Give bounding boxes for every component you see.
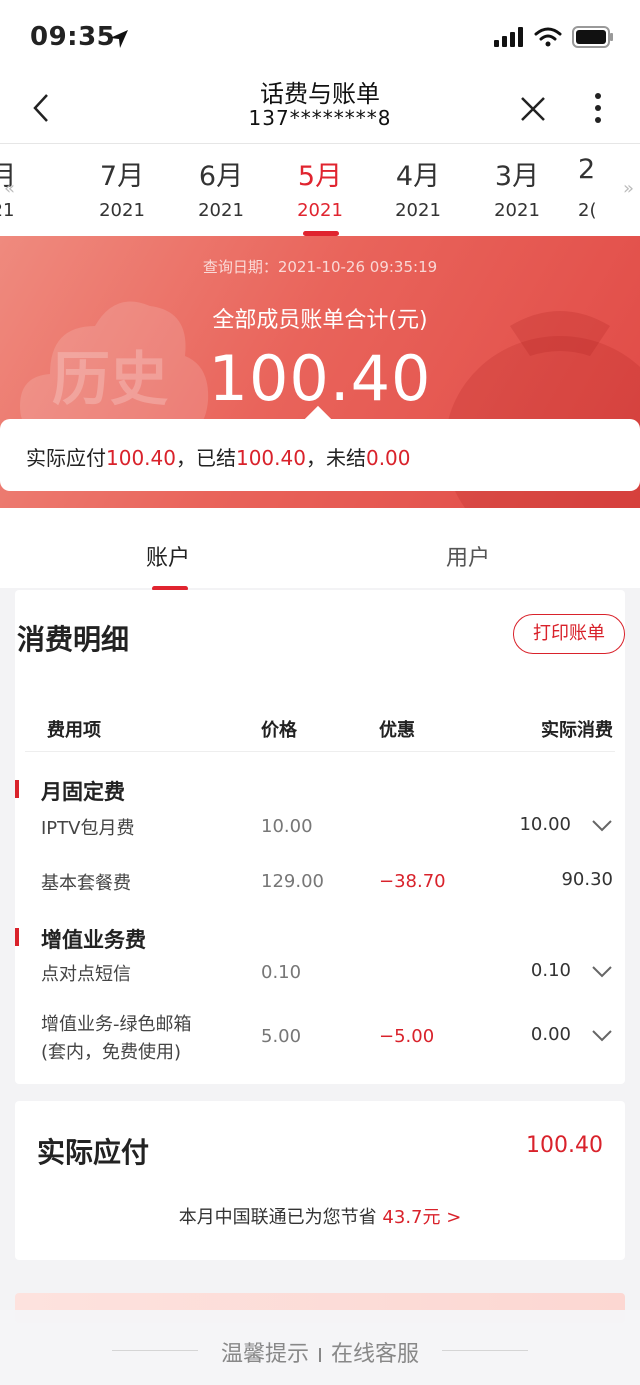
month-tab-7[interactable]: 7月 2021 (77, 154, 167, 221)
expand-chevron-icon[interactable] (591, 819, 613, 833)
row-discount: −38.70 (379, 871, 446, 892)
column-header-actual: 实际消费 (541, 720, 613, 741)
bill-total-caption: 全部成员账单合计(元) (212, 308, 428, 333)
scroll-left-icon[interactable]: « (4, 178, 15, 199)
row-name: IPTV包月费 (41, 818, 135, 839)
month-label: 5月 (297, 161, 343, 192)
bill-total-amount: 100.40 (208, 342, 432, 415)
column-header-price: 价格 (261, 720, 297, 741)
month-label: 4月 (395, 161, 441, 192)
battery-icon (572, 26, 613, 48)
footer-bar: 温馨提示 在线客服 (0, 1310, 640, 1385)
payment-summary: 实际应付100.40，已结100.40，未结0.00 (0, 419, 640, 491)
close-button[interactable] (518, 94, 548, 124)
footer-links: 温馨提示 在线客服 (0, 1336, 640, 1368)
cellular-signal-icon (494, 27, 523, 47)
close-icon (521, 97, 545, 121)
wifi-icon (534, 27, 562, 47)
detail-title: 消费明细 (17, 623, 130, 656)
row-price: 10.00 (261, 816, 313, 837)
column-header-discount: 优惠 (379, 720, 415, 741)
month-tab-3[interactable]: 3月 2021 (472, 154, 562, 221)
savings-amount: 43.7元 > (382, 1207, 462, 1228)
month-tab-4[interactable]: 4月 2021 (373, 154, 463, 221)
actual-payment-amount: 100.40 (526, 1133, 603, 1158)
month-label: 6月 (198, 161, 244, 192)
actual-payment-card: 实际应付 100.40 本月中国联通已为您节省 43.7元 > (15, 1101, 625, 1260)
online-service-link[interactable]: 在线客服 (331, 1342, 419, 1367)
more-vertical-icon (595, 93, 601, 123)
group-label: 月固定费 (41, 780, 125, 804)
savings-link[interactable]: 本月中国联通已为您节省 43.7元 > (15, 1203, 625, 1229)
print-bill-button[interactable]: 打印账单 (513, 614, 625, 654)
column-header-item: 费用项 (47, 720, 101, 741)
row-discount: −5.00 (379, 1026, 435, 1047)
consumption-detail-card: 消费明细 打印账单 费用项 价格 优惠 实际消费 月固定费 IPTV包月费 10… (15, 590, 625, 1084)
more-button[interactable] (586, 90, 610, 126)
row-name: 点对点短信 (41, 964, 131, 985)
row-actual: 0.00 (530, 1024, 571, 1045)
header-divider (25, 751, 615, 752)
year-label: 2021 (494, 200, 540, 221)
year-label: 2021 (99, 200, 145, 221)
year-label: 21 (0, 200, 15, 221)
group-label: 增值业务费 (41, 928, 146, 952)
row-name: 基本套餐费 (41, 873, 131, 894)
expand-chevron-icon[interactable] (591, 1029, 613, 1043)
query-date: 查询日期：2021-10-26 09:35:19 (202, 258, 438, 276)
month-tab-5[interactable]: 5月 2021 (275, 154, 365, 221)
view-tabs: 账户 用户 (0, 508, 640, 591)
row-price: 0.10 (261, 962, 302, 983)
nav-bar: 话费与账单 137********8 (0, 72, 640, 144)
status-time: 09:35 (30, 22, 116, 52)
month-label: 7月 (99, 161, 145, 192)
tab-account[interactable]: 账户 (146, 540, 190, 572)
month-label: 3月 (494, 161, 540, 192)
summary-label-due: 实际应付 (26, 446, 106, 470)
location-arrow-icon (110, 30, 128, 48)
year-label: 2021 (297, 200, 343, 221)
summary-label-unsettled: ，未结 (305, 446, 366, 470)
scroll-right-icon[interactable]: » (623, 178, 634, 199)
row-name-note: (套内，免费使用) (41, 1042, 182, 1063)
row-name: 增值业务-绿色邮箱 (41, 1014, 192, 1035)
summary-label-settled: ，已结 (175, 446, 236, 470)
year-label: 2021 (198, 200, 244, 221)
year-label: 2( (578, 200, 597, 221)
row-price: 129.00 (261, 871, 324, 892)
savings-text: 本月中国联通已为您节省 (178, 1207, 377, 1228)
month-selector: 月 21 7月 2021 6月 2021 5月 2021 4月 2021 3月 … (0, 144, 640, 236)
year-label: 2021 (395, 200, 441, 221)
group-monthly-fixed: 月固定费 (15, 776, 125, 806)
row-actual: 10.00 (519, 814, 571, 835)
row-price: 5.00 (261, 1026, 302, 1047)
footer-separator (319, 1348, 321, 1362)
summary-value-due: 100.40 (106, 446, 176, 470)
tips-link[interactable]: 温馨提示 (221, 1342, 309, 1367)
row-actual: 90.30 (561, 869, 613, 890)
month-tab-6[interactable]: 6月 2021 (176, 154, 266, 221)
actual-payment-title: 实际应付 (37, 1136, 150, 1169)
tab-user[interactable]: 用户 (446, 540, 490, 572)
summary-value-settled: 100.40 (235, 446, 306, 470)
group-value-added: 增值业务费 (15, 924, 146, 954)
summary-value-unsettled: 0.00 (365, 446, 411, 470)
expand-chevron-icon[interactable] (591, 965, 613, 979)
status-bar: 09:35 (0, 0, 640, 72)
row-actual: 0.10 (530, 960, 571, 981)
